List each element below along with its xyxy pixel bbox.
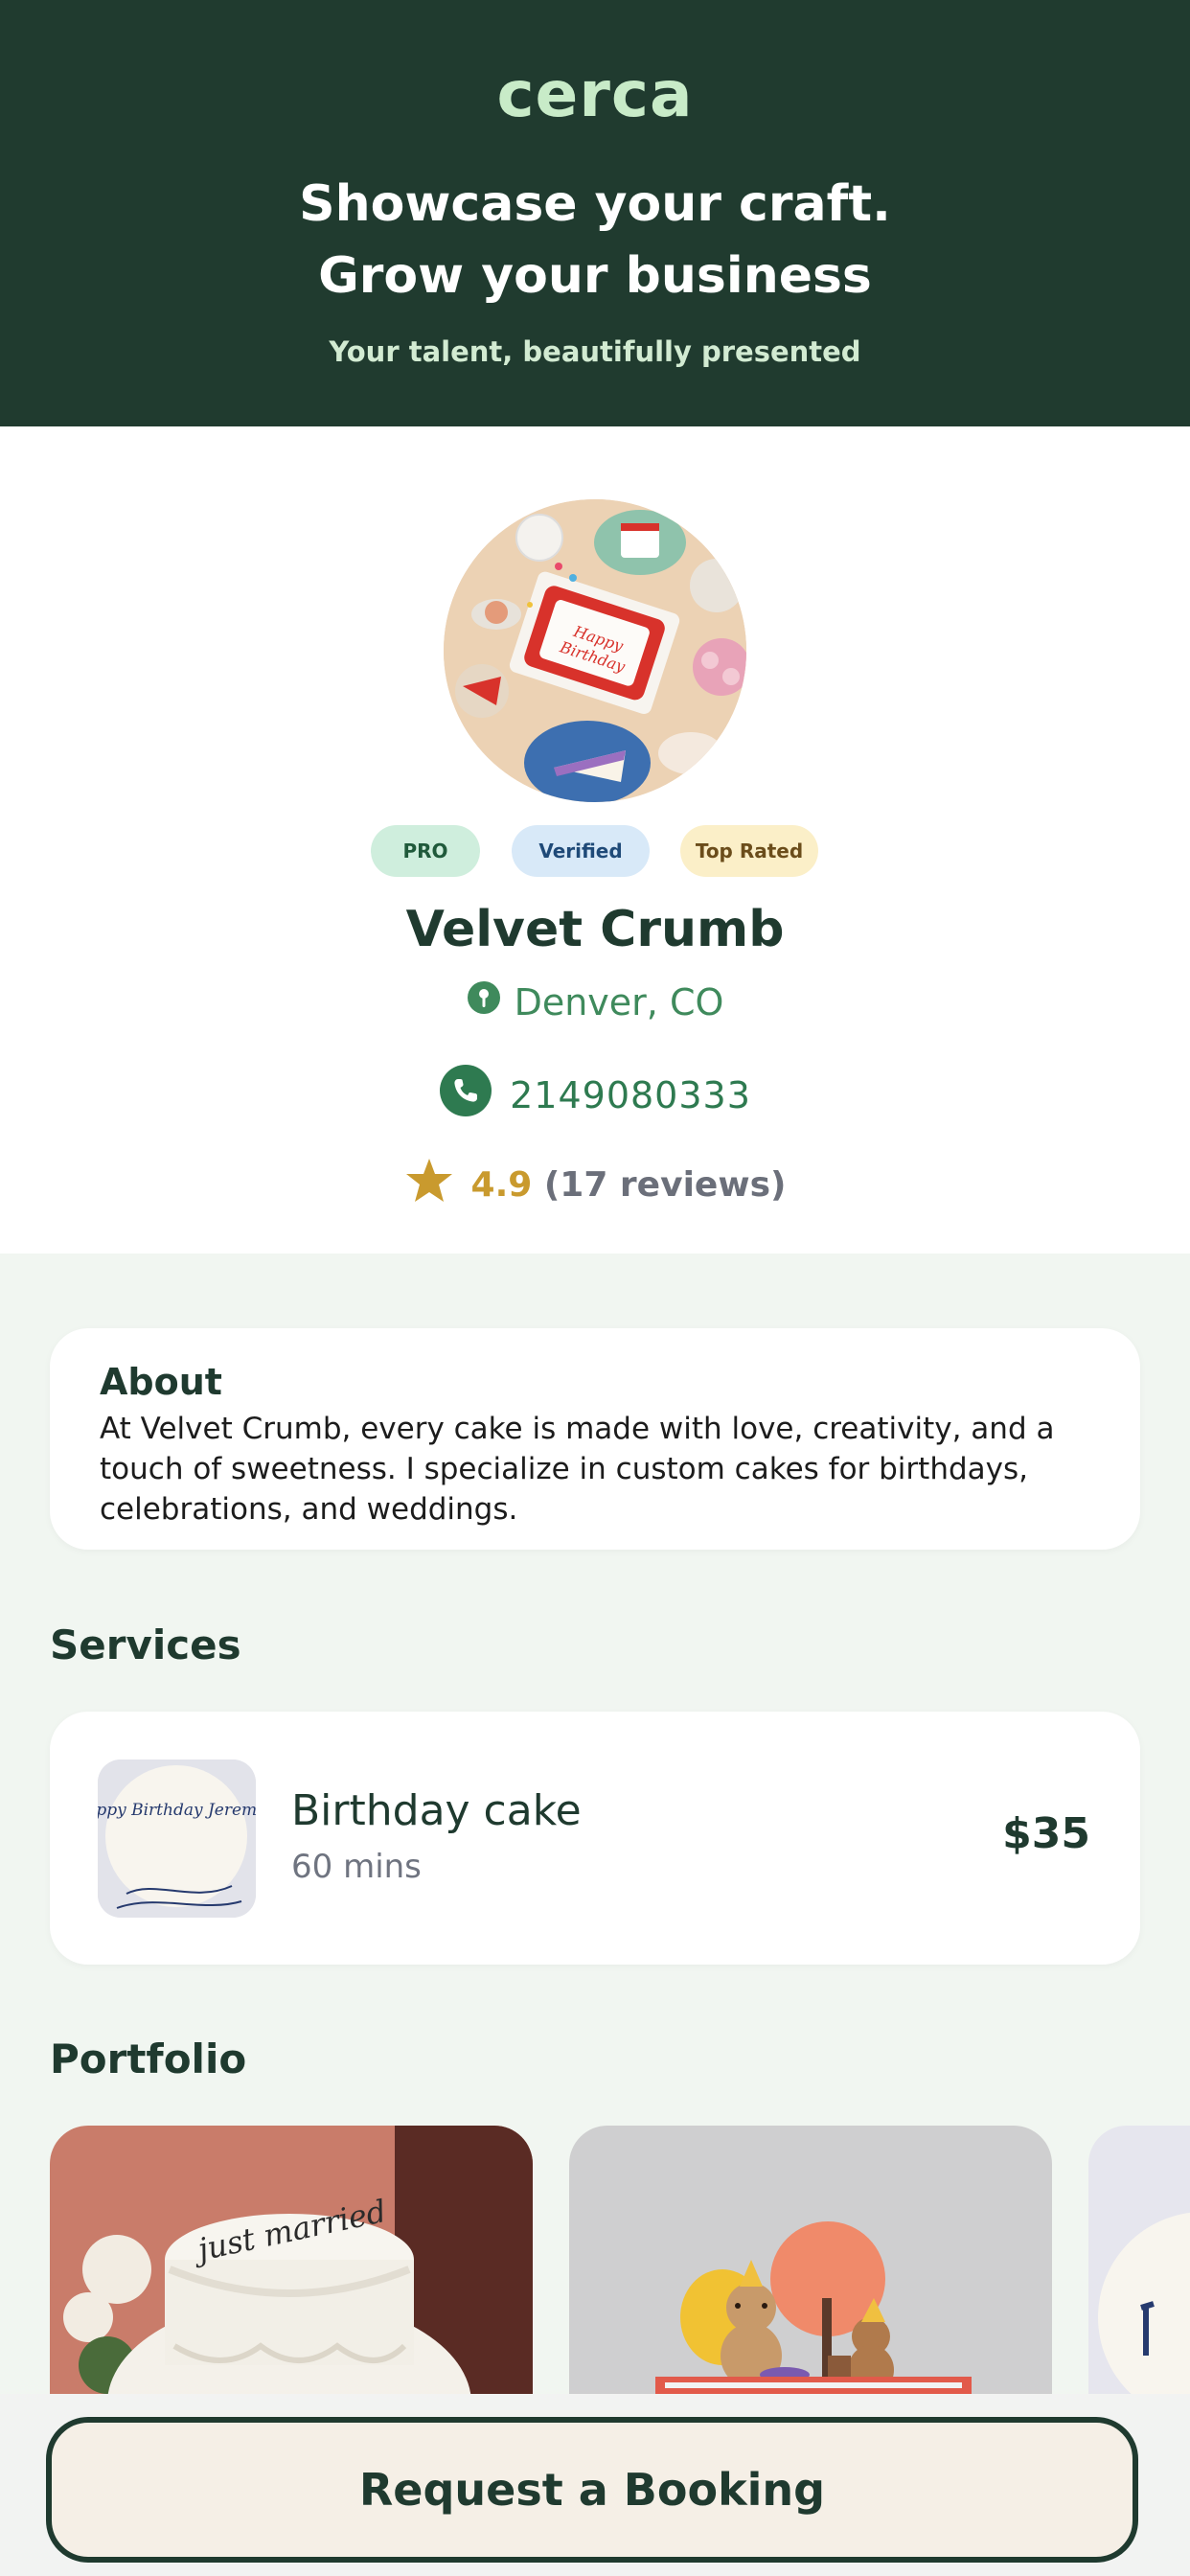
services-title: Services xyxy=(50,1622,241,1668)
service-item[interactable]: Happy Birthday Jeremy! Birthday cake 60 … xyxy=(50,1712,1140,1965)
app-header: cerca Showcase your craft. Grow your bus… xyxy=(0,0,1190,426)
service-name: Birthday cake xyxy=(291,1786,582,1835)
headline: Showcase your craft. Grow your business xyxy=(0,169,1190,312)
profile-section: Happy Birthday PRO Verified Top Rated Ve… xyxy=(0,426,1190,1254)
headline-line-1: Showcase your craft. xyxy=(299,175,891,233)
service-thumbnail: Happy Birthday Jeremy! xyxy=(98,1760,256,1918)
location-row: Denver, CO xyxy=(0,980,1190,1024)
business-name: Velvet Crumb xyxy=(405,901,785,958)
pro-badge: PRO xyxy=(371,825,480,877)
tagline: Your talent, beautifully presented xyxy=(329,335,861,368)
location-pin-icon xyxy=(467,980,501,1024)
footer-bar: Request a Booking xyxy=(0,2394,1190,2576)
portfolio-item-teddy-cake[interactable] xyxy=(569,2126,1052,2404)
phone-icon[interactable] xyxy=(439,1064,492,1126)
app-logo: cerca xyxy=(496,58,694,131)
avatar: Happy Birthday xyxy=(444,499,746,802)
portfolio-item-partial[interactable] xyxy=(1088,2126,1190,2404)
phone-row[interactable]: 2149080333 xyxy=(0,1064,1190,1126)
star-icon xyxy=(404,1157,454,1213)
thumb-text: Happy Birthday Jeremy! xyxy=(98,1801,256,1820)
about-text: At Velvet Crumb, every cake is made with… xyxy=(100,1412,1055,1527)
service-duration: 60 mins xyxy=(291,1848,422,1886)
request-booking-button[interactable]: Request a Booking xyxy=(46,2417,1138,2563)
portfolio-title: Portfolio xyxy=(50,2036,247,2082)
rating-value: 4.9 xyxy=(470,1165,533,1205)
location-text: Denver, CO xyxy=(514,980,724,1024)
headline-line-2: Grow your business xyxy=(318,247,872,305)
verified-badge: Verified xyxy=(512,825,650,877)
portfolio-item-wedding-cake[interactable]: just married xyxy=(50,2126,533,2404)
phone-number[interactable]: 2149080333 xyxy=(510,1074,751,1116)
about-card: About At Velvet Crumb, every cake is mad… xyxy=(50,1328,1140,1550)
service-price: $35 xyxy=(1002,1809,1090,1858)
avatar-cake-illustration: Happy Birthday xyxy=(444,499,746,802)
top-rated-badge: Top Rated xyxy=(680,825,818,877)
about-title: About xyxy=(100,1361,222,1403)
rating-row: 4.9 (17 reviews) xyxy=(0,1157,1190,1213)
review-count[interactable]: (17 reviews) xyxy=(544,1165,787,1205)
